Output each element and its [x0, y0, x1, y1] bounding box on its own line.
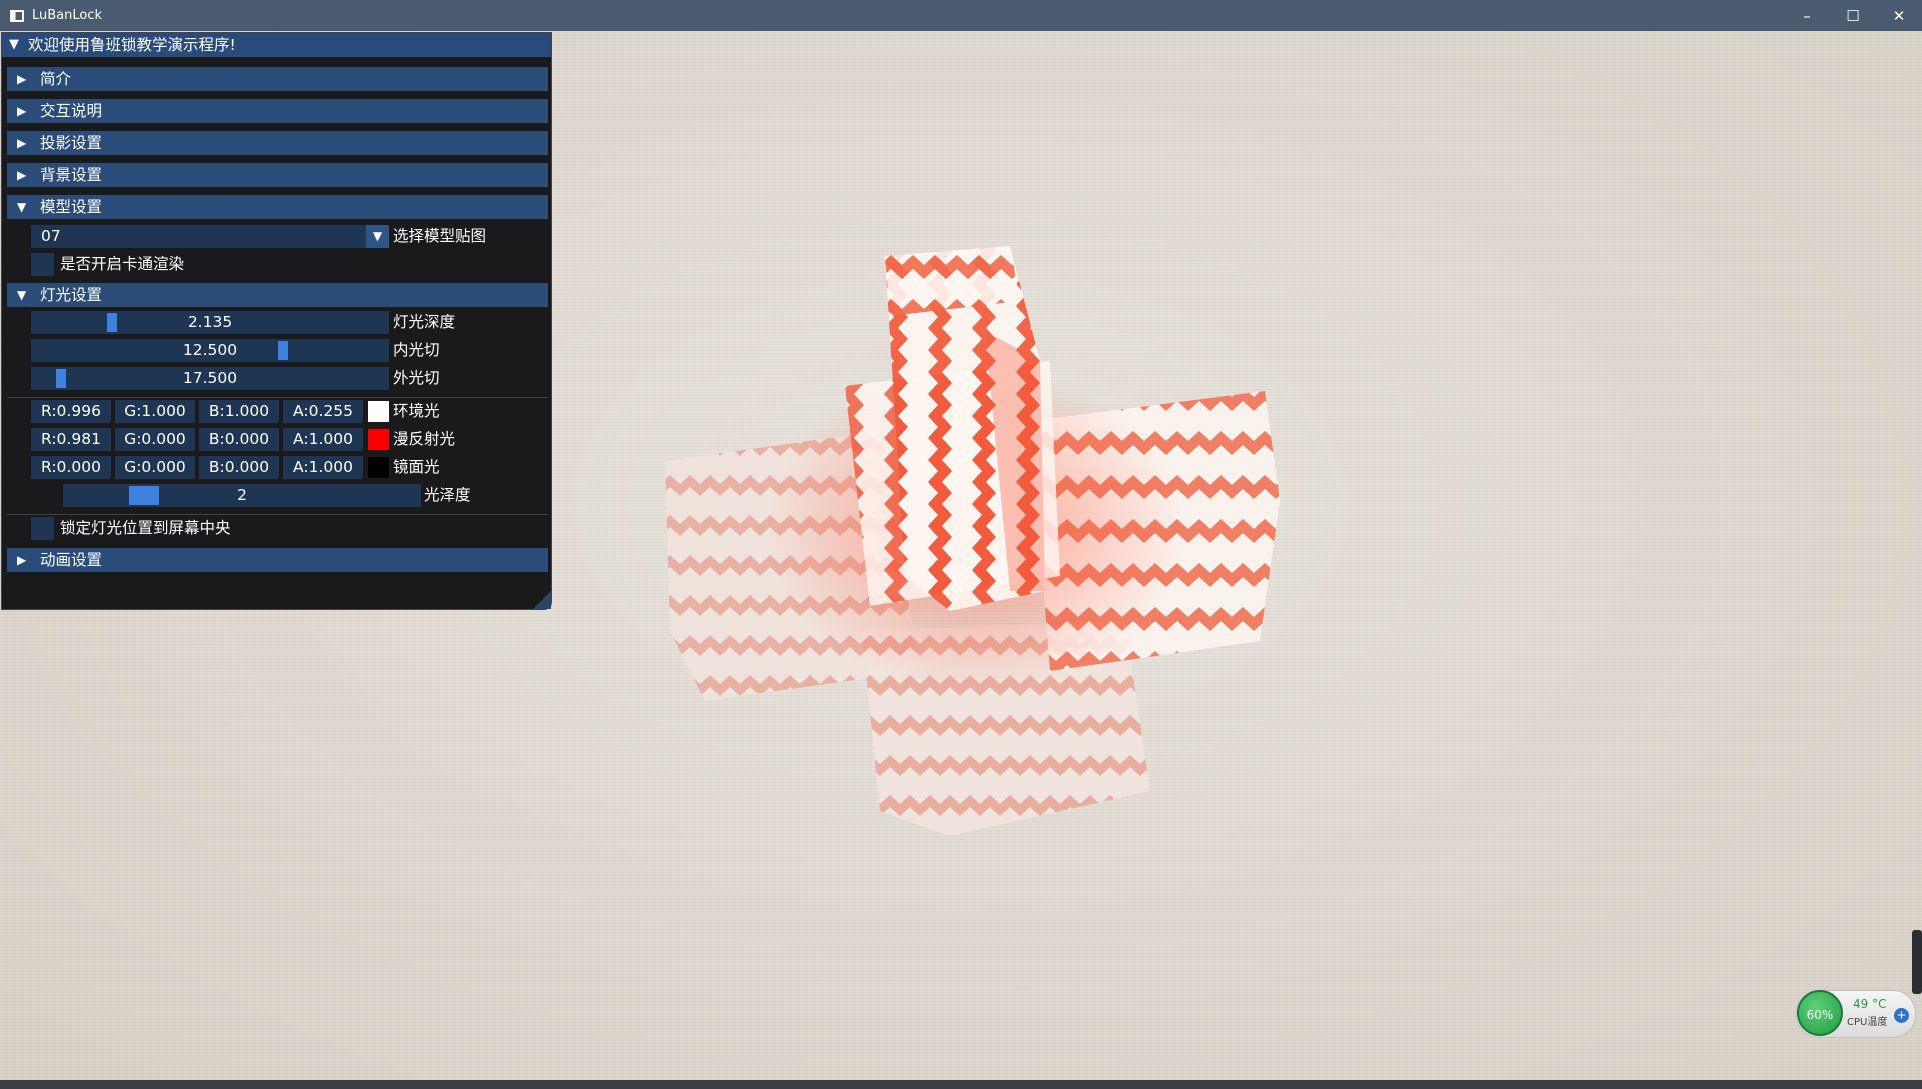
plus-icon[interactable]: +	[1894, 1008, 1909, 1023]
window-title: LuBanLock	[32, 8, 103, 23]
specular-g-field[interactable]: G:0.000	[115, 456, 195, 479]
lock-light-checkbox[interactable]	[31, 517, 54, 540]
panel-title-bar[interactable]: ▼ 欢迎使用鲁班锁教学演示程序!	[2, 33, 551, 57]
minimize-button[interactable]: –	[1784, 0, 1830, 31]
cpu-temperature: 49 °C	[1853, 997, 1887, 1011]
expand-arrow-icon: ▶	[17, 72, 27, 86]
header-animation-label: 动画设置	[40, 551, 103, 569]
shininess-label: 光泽度	[424, 486, 471, 504]
texture-select-label: 选择模型贴图	[393, 227, 487, 245]
header-model[interactable]: ▼ 模型设置	[7, 195, 548, 219]
specular-b-field[interactable]: B:0.000	[199, 456, 279, 479]
texture-select[interactable]: 07 ▼	[31, 225, 389, 248]
control-panel[interactable]: ▼ 欢迎使用鲁班锁教学演示程序! ▶ 简介 ▶ 交互说明 ▶ 投影设置 ▶ 背景…	[1, 32, 552, 610]
separator	[7, 514, 548, 515]
slider-grab[interactable]	[278, 341, 288, 360]
shininess-value: 2	[237, 486, 247, 504]
separator	[7, 397, 548, 398]
outer-cutoff-slider[interactable]: 17.500	[31, 367, 389, 390]
specular-r-field[interactable]: R:0.000	[31, 456, 111, 479]
ambient-color-swatch[interactable]	[368, 401, 389, 422]
collapse-arrow-icon: ▼	[17, 288, 27, 302]
collapse-arrow-icon[interactable]: ▼	[9, 33, 19, 57]
header-light[interactable]: ▼ 灯光设置	[7, 283, 548, 307]
app-icon	[10, 9, 24, 22]
expand-arrow-icon: ▶	[17, 168, 27, 182]
slider-grab[interactable]	[56, 369, 66, 388]
ambient-g-field[interactable]: G:1.000	[115, 400, 195, 423]
specular-a-field[interactable]: A:1.000	[283, 456, 363, 479]
ambient-a-field[interactable]: A:0.255	[283, 400, 363, 423]
light-depth-slider[interactable]: 2.135	[31, 311, 389, 334]
diffuse-label: 漫反射光	[393, 430, 456, 448]
close-button[interactable]: ✕	[1876, 0, 1922, 31]
lock-light-label: 锁定灯光位置到屏幕中央	[60, 519, 231, 537]
specular-label: 镜面光	[393, 458, 440, 476]
header-interaction-label: 交互说明	[40, 102, 103, 120]
header-interaction[interactable]: ▶ 交互说明	[7, 99, 548, 123]
ambient-label: 环境光	[393, 402, 440, 420]
diffuse-color-swatch[interactable]	[368, 429, 389, 450]
scroll-handle[interactable]	[1912, 930, 1922, 994]
header-light-label: 灯光设置	[40, 286, 103, 304]
ambient-r-field[interactable]: R:0.996	[31, 400, 111, 423]
chevron-down-icon[interactable]: ▼	[366, 225, 389, 248]
window-title-bar[interactable]: LuBanLock – ☐ ✕	[0, 0, 1922, 31]
panel-title: 欢迎使用鲁班锁教学演示程序!	[28, 36, 236, 54]
header-model-label: 模型设置	[40, 198, 103, 216]
cartoon-render-label: 是否开启卡通渲染	[60, 255, 185, 273]
header-background-label: 背景设置	[40, 166, 103, 184]
cpu-usage-badge: 60%	[1797, 990, 1843, 1036]
light-depth-value: 2.135	[187, 313, 233, 331]
expand-arrow-icon: ▶	[17, 136, 27, 150]
header-animation[interactable]: ▶ 动画设置	[7, 548, 548, 572]
slider-grab[interactable]	[129, 486, 159, 505]
maximize-button[interactable]: ☐	[1830, 0, 1876, 31]
expand-arrow-icon: ▶	[17, 104, 27, 118]
diffuse-g-field[interactable]: G:0.000	[115, 428, 195, 451]
header-intro-label: 简介	[40, 70, 72, 88]
shininess-slider[interactable]: 2	[63, 484, 421, 507]
diffuse-r-field[interactable]: R:0.981	[31, 428, 111, 451]
header-projection[interactable]: ▶ 投影设置	[7, 131, 548, 155]
cpu-temperature-label: CPU温度	[1847, 1017, 1888, 1028]
outer-cutoff-label: 外光切	[393, 369, 440, 387]
ambient-b-field[interactable]: B:1.000	[199, 400, 279, 423]
light-depth-label: 灯光深度	[393, 313, 456, 331]
inner-cutoff-label: 内光切	[393, 341, 440, 359]
header-projection-label: 投影设置	[40, 134, 103, 152]
resize-grip[interactable]	[533, 591, 551, 609]
slider-grab[interactable]	[107, 313, 117, 332]
window-controls: – ☐ ✕	[1784, 0, 1922, 31]
header-background[interactable]: ▶ 背景设置	[7, 163, 548, 187]
texture-select-value: 07	[41, 227, 61, 245]
collapse-arrow-icon: ▼	[17, 200, 27, 214]
cartoon-render-checkbox[interactable]	[31, 253, 54, 276]
diffuse-b-field[interactable]: B:0.000	[199, 428, 279, 451]
bottom-border	[0, 1080, 1922, 1089]
inner-cutoff-slider[interactable]: 12.500	[31, 339, 389, 362]
inner-cutoff-value: 12.500	[182, 341, 238, 359]
header-intro[interactable]: ▶ 简介	[7, 67, 548, 91]
specular-color-swatch[interactable]	[368, 457, 389, 478]
diffuse-a-field[interactable]: A:1.000	[283, 428, 363, 451]
outer-cutoff-value: 17.500	[182, 369, 238, 387]
cpu-monitor-widget[interactable]: 60% 49 °C CPU温度 +	[1796, 990, 1916, 1038]
expand-arrow-icon: ▶	[17, 553, 27, 567]
